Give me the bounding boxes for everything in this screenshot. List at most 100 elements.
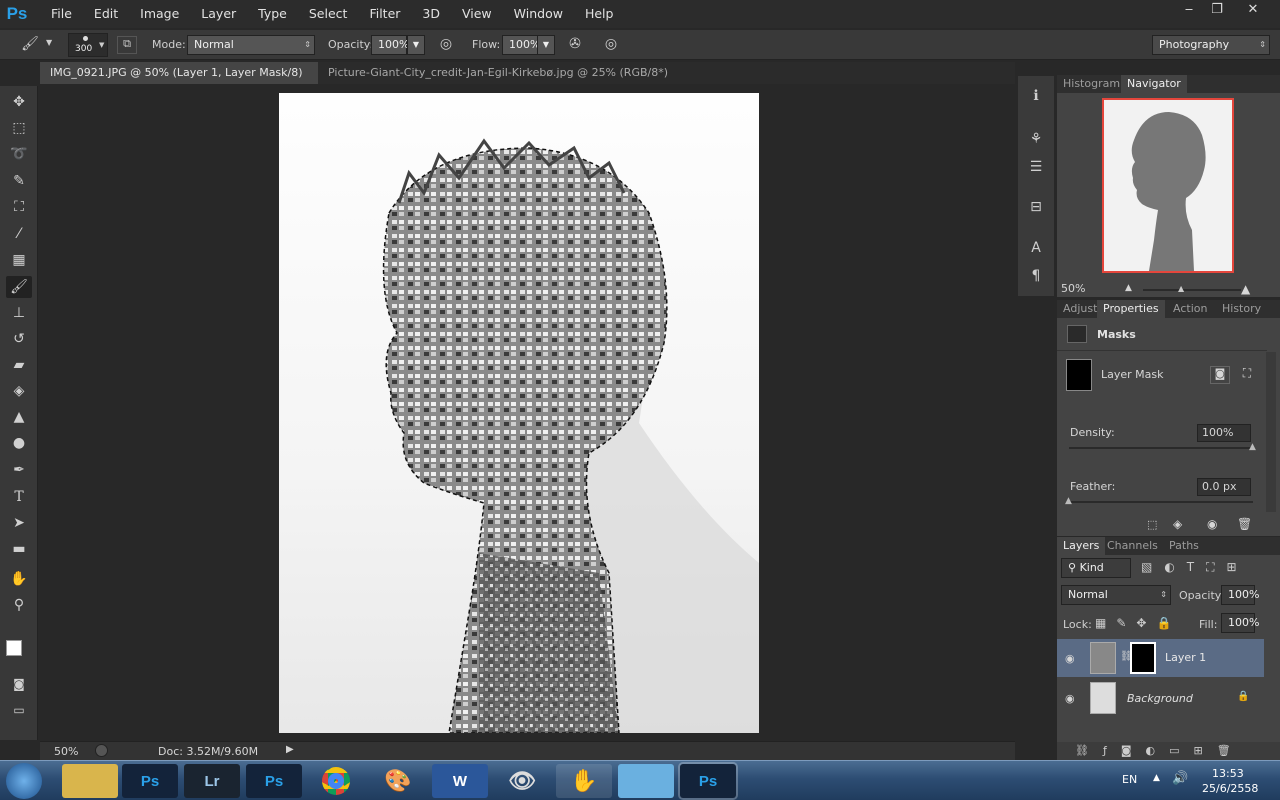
brush-panel-toggle-icon[interactable]: ⧉ [117, 36, 137, 54]
filter-type-icons[interactable]: ▧◐T⛶⊞ [1141, 560, 1249, 575]
type-tool-icon[interactable]: T [6, 486, 32, 508]
healing-brush-tool-icon[interactable]: ▦ [6, 249, 32, 271]
blend-mode-select[interactable]: Normal ⇕ [1061, 585, 1171, 605]
pressure-size-icon[interactable]: ◎ [600, 36, 622, 52]
zoom-level[interactable]: 50% [54, 745, 78, 758]
menu-image[interactable]: Image [129, 0, 190, 28]
lightroom-taskbar-icon[interactable]: Lr [184, 764, 240, 798]
chevron-down-icon[interactable]: ▼ [46, 38, 52, 47]
paint-bucket-tool-icon[interactable]: ◈ [6, 380, 32, 402]
photoshop-active-taskbar-icon[interactable]: Ps [680, 764, 736, 798]
trash-icon[interactable]: 🗑 [1237, 517, 1252, 531]
quick-selection-tool-icon[interactable]: ✎ [6, 170, 32, 192]
brush-settings-icon[interactable]: ☰ [1026, 159, 1046, 175]
lasso-tool-icon[interactable]: ➰ [6, 143, 32, 165]
crop-tool-icon[interactable]: ⛶ [6, 196, 32, 218]
opacity-input[interactable]: 100% [371, 35, 409, 55]
brush-presets-icon[interactable]: ⚘ [1026, 131, 1046, 147]
feather-input[interactable]: 0.0 px [1197, 478, 1251, 496]
menu-file[interactable]: File [40, 0, 83, 28]
tab-giant-city[interactable]: Picture-Giant-City_credit-Jan-Egil-Kirke… [318, 62, 682, 101]
info-icon[interactable]: ℹ [1026, 88, 1046, 104]
clock-date[interactable]: 25/6/2558 [1202, 782, 1258, 795]
photoshop-taskbar-icon[interactable]: Ps [122, 764, 178, 798]
workspace-select[interactable]: Photography ⇕ [1152, 35, 1270, 55]
history-brush-tool-icon[interactable]: ↺ [6, 328, 32, 350]
tab-histogram[interactable]: Histogram [1057, 75, 1126, 93]
layer-row-layer-1[interactable]: ◉ ⛓ Layer 1 [1057, 639, 1264, 677]
tab-navigator[interactable]: Navigator [1121, 75, 1187, 93]
photo-viewer-taskbar-icon[interactable] [618, 764, 674, 798]
character-icon[interactable]: A [1026, 240, 1046, 256]
restore-button[interactable]: ❐ [1200, 0, 1234, 20]
brush-size-picker[interactable]: 300 ▼ [68, 33, 108, 57]
layer-actions-bar[interactable]: ⛓ƒ◙◐▭⊞🗑 [1057, 742, 1280, 760]
density-slider[interactable] [1069, 447, 1253, 449]
feather-slider-handle[interactable]: ▲ [1065, 496, 1072, 506]
zoom-out-icon[interactable]: ▲ [1125, 283, 1132, 293]
zoom-slider-track[interactable] [1143, 289, 1241, 291]
paragraph-icon[interactable]: ¶ [1026, 268, 1046, 284]
tab-img-0921[interactable]: IMG_0921.JPG @ 50% (Layer 1, Layer Mask/… [40, 62, 318, 101]
blur-tool-icon[interactable]: ▲ [6, 406, 32, 428]
eraser-tool-icon[interactable]: ▰ [6, 354, 32, 376]
menu-3d[interactable]: 3D [411, 0, 451, 28]
document-canvas[interactable] [279, 93, 759, 733]
word-taskbar-icon[interactable]: W [432, 764, 488, 798]
zoom-tool-icon[interactable]: ⚲ [6, 594, 32, 616]
eye-icon[interactable]: ◉ [1207, 517, 1217, 531]
density-input[interactable]: 100% [1197, 424, 1251, 442]
path-selection-tool-icon[interactable]: ➤ [6, 512, 32, 534]
menu-filter[interactable]: Filter [358, 0, 411, 28]
properties-scrollbar[interactable] [1266, 352, 1276, 512]
pixel-mask-button[interactable]: ◙ [1210, 366, 1230, 384]
close-button[interactable]: ✕ [1234, 0, 1272, 20]
opacity-dropdown[interactable]: ▼ [407, 35, 425, 55]
photoshop-taskbar-icon[interactable]: Ps [246, 764, 302, 798]
layer-mask-thumbnail[interactable] [1130, 642, 1156, 674]
zoom-in-icon[interactable]: ▲ [1241, 282, 1250, 296]
move-tool-icon[interactable]: ✥ [6, 91, 32, 113]
tray-expand-icon[interactable]: ▲ [1153, 773, 1160, 783]
tab-layers[interactable]: Layers [1057, 537, 1106, 555]
stamp-tool-icon[interactable]: ⊥ [6, 302, 32, 324]
navigator-zoom[interactable]: 50% [1061, 282, 1085, 295]
clock-time[interactable]: 13:53 [1212, 767, 1244, 780]
tab-history[interactable]: History [1216, 300, 1267, 318]
navigator-preview[interactable] [1102, 98, 1234, 273]
paint-taskbar-icon[interactable]: 🎨 [370, 764, 426, 798]
flow-input[interactable]: 100% [502, 35, 540, 55]
shape-tool-icon[interactable]: ▬ [6, 538, 32, 560]
viewer-taskbar-icon[interactable]: 👁 [494, 764, 550, 798]
load-selection-icon[interactable]: ⬚ [1147, 518, 1157, 531]
layer-name[interactable]: Layer 1 [1165, 651, 1206, 664]
foreground-color-swatch[interactable] [6, 640, 22, 656]
dodge-tool-icon[interactable]: ● [6, 432, 32, 454]
airbrush-icon[interactable]: ✇ [564, 36, 586, 52]
brush-preset-icon[interactable]: 🖌 [20, 36, 40, 52]
status-info-icon[interactable] [95, 744, 108, 757]
visibility-eye-icon[interactable]: ◉ [1065, 692, 1075, 705]
play-arrow-icon[interactable]: ▶ [286, 744, 294, 755]
pressure-opacity-icon[interactable]: ◎ [435, 36, 457, 52]
fill-input[interactable]: 100% [1221, 613, 1259, 633]
menu-window[interactable]: Window [503, 0, 574, 28]
menu-layer[interactable]: Layer [190, 0, 247, 28]
visibility-eye-icon[interactable]: ◉ [1065, 652, 1075, 665]
layer-opacity-input[interactable]: 100% [1221, 585, 1259, 605]
hand-tool-icon[interactable]: ✋ [6, 568, 32, 590]
zoom-slider-handle[interactable]: ▲ [1178, 284, 1184, 293]
tab-actions[interactable]: Action [1167, 300, 1213, 318]
hand-app-taskbar-icon[interactable]: ✋ [556, 764, 612, 798]
explorer-taskbar-icon[interactable] [62, 764, 118, 798]
screen-mode-icon[interactable]: ▭ [6, 699, 32, 721]
pen-tool-icon[interactable]: ✒ [6, 459, 32, 481]
layer-name[interactable]: Background [1127, 692, 1193, 705]
start-button[interactable] [6, 763, 42, 799]
volume-icon[interactable]: 🔊 [1172, 771, 1188, 786]
menu-edit[interactable]: Edit [83, 0, 129, 28]
quick-mask-icon[interactable]: ◙ [6, 673, 32, 695]
mode-select[interactable]: Normal ⇕ [187, 35, 315, 55]
menu-type[interactable]: Type [247, 0, 298, 28]
menu-select[interactable]: Select [298, 0, 359, 28]
